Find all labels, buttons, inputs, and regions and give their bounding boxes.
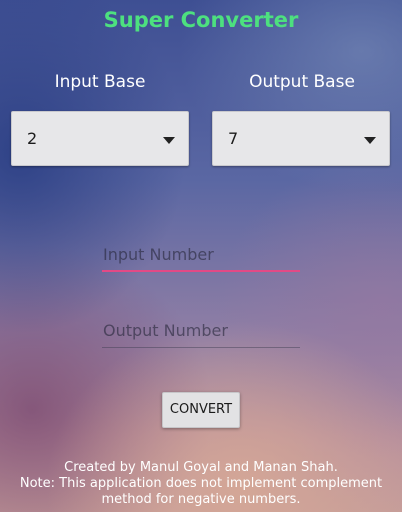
output-base-dropdown[interactable]: 7 — [212, 111, 390, 166]
dropdown-arrow-icon — [163, 137, 175, 144]
input-number-placeholder: Input Number — [103, 245, 214, 264]
input-base-selected-value: 2 — [27, 129, 38, 148]
input-number-field[interactable]: Input Number — [102, 242, 300, 272]
footer-note-line-1: Note: This application does not implemen… — [19, 476, 383, 491]
app-title: Super Converter — [103, 8, 299, 32]
input-base-dropdown[interactable]: 2 — [11, 111, 189, 166]
footer-text: Created by Manul Goyal and Manan Shah. N… — [0, 460, 402, 508]
convert-button[interactable]: CONVERT — [162, 392, 240, 428]
input-base-label: Input Base — [54, 72, 146, 92]
dropdown-arrow-icon — [364, 137, 376, 144]
input-number-underline — [102, 270, 300, 272]
output-number-field[interactable]: Output Number — [102, 318, 300, 348]
output-base-label: Output Base — [249, 72, 355, 92]
output-number-underline — [102, 347, 300, 348]
footer-credits: Created by Manul Goyal and Manan Shah. — [64, 460, 338, 475]
output-base-selected-value: 7 — [228, 129, 239, 148]
output-number-placeholder: Output Number — [103, 321, 228, 340]
footer-note-line-2: method for negative numbers. — [101, 492, 301, 507]
